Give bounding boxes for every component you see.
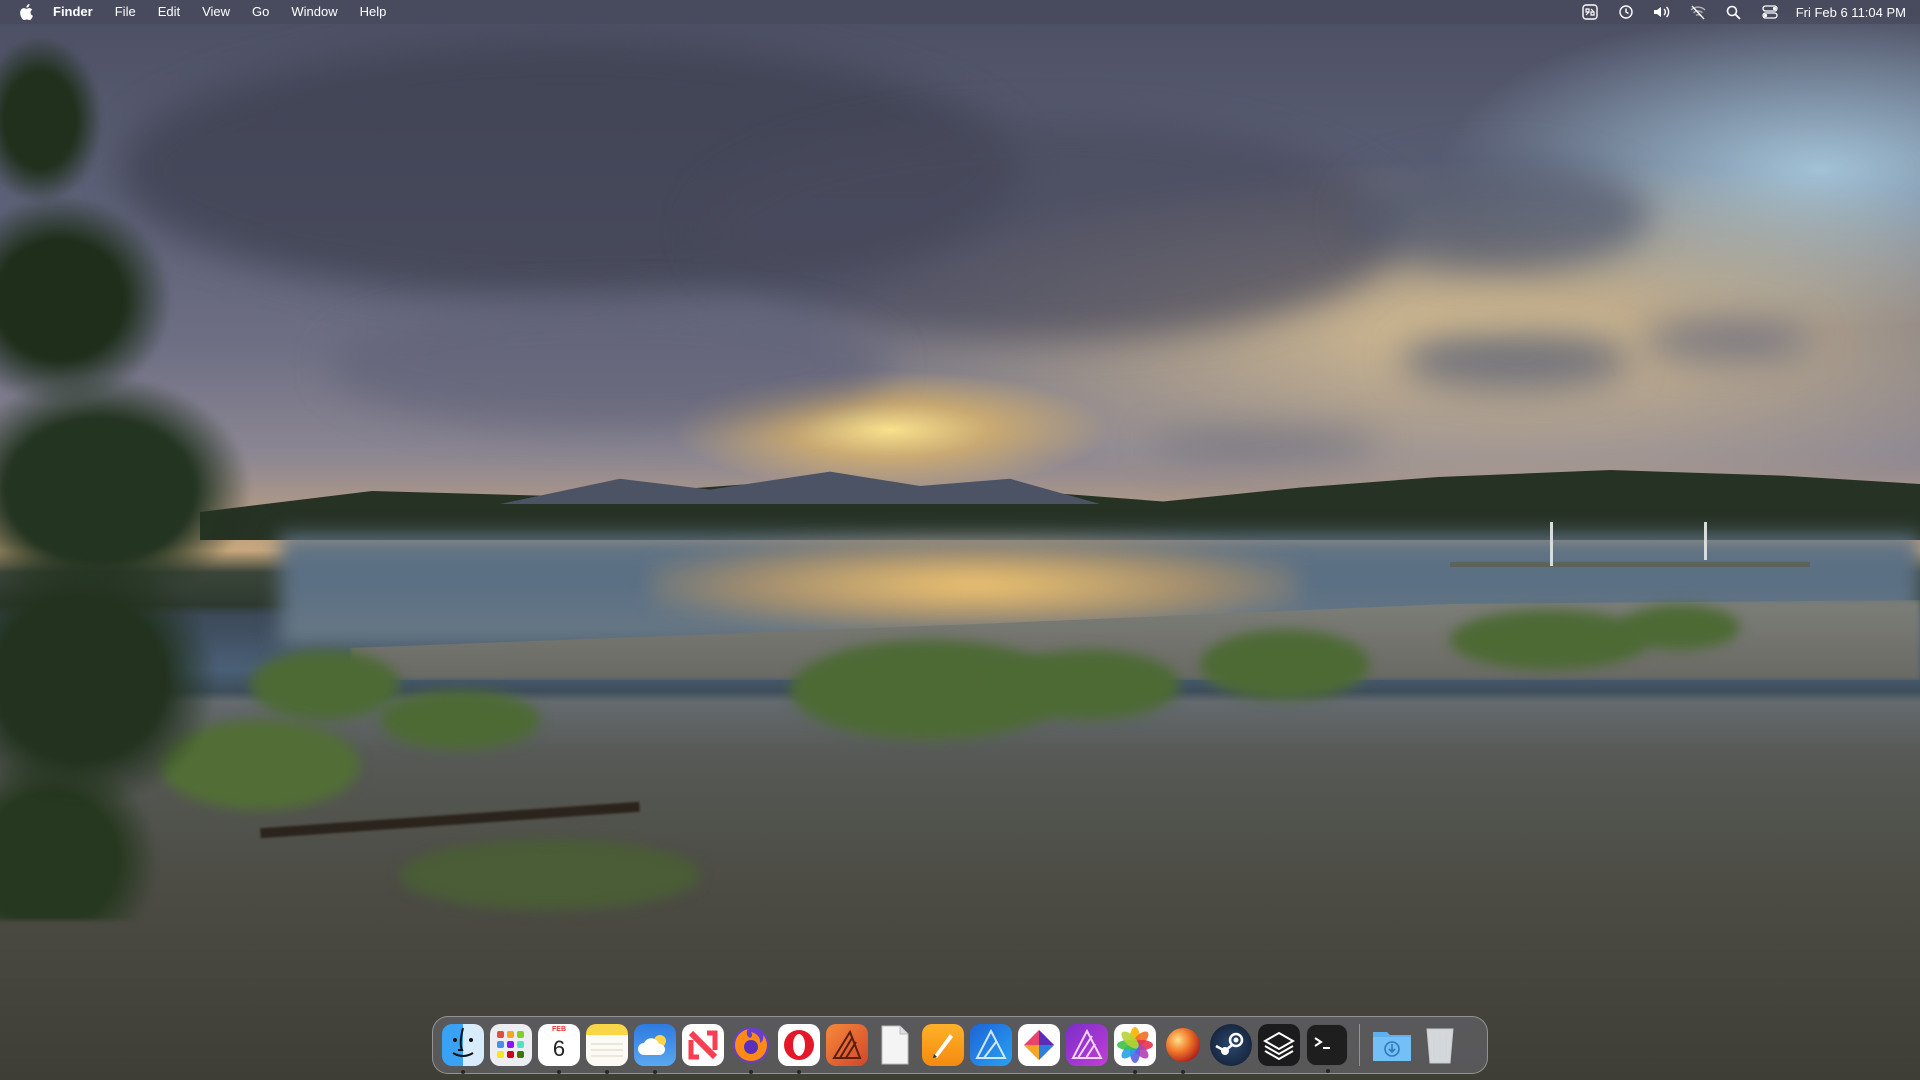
time-machine-icon[interactable] (1615, 0, 1637, 24)
volume-icon[interactable] (1651, 0, 1673, 24)
menu-bar: Finder File Edit View Go Window Help Fri… (0, 0, 1920, 24)
dock-pages-icon[interactable] (922, 1024, 964, 1066)
menu-help[interactable]: Help (349, 0, 398, 24)
dock-separator (1359, 1024, 1360, 1066)
dock-affinity-publisher-icon[interactable] (1066, 1024, 1108, 1066)
calendar-day: 6 (552, 1036, 566, 1061)
dock-finder-icon[interactable] (442, 1024, 484, 1074)
apple-menu-icon[interactable] (16, 0, 36, 24)
dock-layers-icon[interactable] (1258, 1024, 1300, 1066)
dock-document-icon[interactable] (874, 1024, 916, 1066)
dock-terminal-icon[interactable] (1306, 1024, 1348, 1073)
desktop-wallpaper (0, 0, 1920, 1080)
dock-affinity-designer-icon[interactable] (970, 1024, 1012, 1066)
control-center-icon[interactable] (1759, 0, 1781, 24)
dock-photos-icon[interactable] (1114, 1024, 1156, 1074)
dock-trash-icon[interactable] (1419, 1024, 1461, 1066)
dock-downloads-folder-icon[interactable] (1371, 1024, 1413, 1066)
menu-file[interactable]: File (104, 0, 147, 24)
dock-weather-icon[interactable] (634, 1024, 676, 1074)
menu-view[interactable]: View (191, 0, 241, 24)
dock-notes-icon[interactable] (586, 1024, 628, 1074)
spotlight-search-icon[interactable] (1723, 0, 1745, 24)
menu-window[interactable]: Window (280, 0, 348, 24)
dock-affinity-icon[interactable] (826, 1024, 868, 1066)
wifi-off-icon[interactable] (1687, 0, 1709, 24)
calendar-month: FEB (552, 1026, 566, 1033)
dock-launchpad-icon[interactable] (490, 1024, 532, 1066)
control-strip-icon[interactable] (1579, 0, 1601, 24)
dock: FEB 6 (432, 1016, 1488, 1074)
menu-app-finder[interactable]: Finder (42, 0, 104, 24)
dock-opera-icon[interactable] (778, 1024, 820, 1074)
dock-news-icon[interactable] (682, 1024, 724, 1066)
dock-steam-icon[interactable] (1210, 1024, 1252, 1066)
dock-sphere-icon[interactable] (1162, 1024, 1204, 1074)
menu-bar-clock[interactable]: Fri Feb 6 11:04 PM (1796, 5, 1906, 20)
dock-calendar-icon[interactable]: FEB 6 (538, 1024, 580, 1074)
menu-go[interactable]: Go (241, 0, 280, 24)
dock-firefox-icon[interactable] (730, 1024, 772, 1074)
menu-edit[interactable]: Edit (147, 0, 191, 24)
dock-affinity-photo-icon[interactable] (1018, 1024, 1060, 1066)
